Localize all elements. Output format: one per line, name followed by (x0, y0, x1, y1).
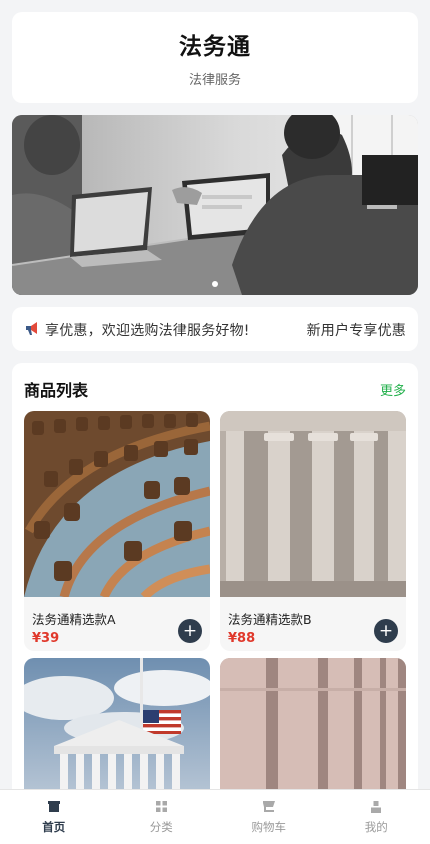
product-info: 法务通精选款B ¥88 + (220, 601, 406, 651)
grid-icon (154, 800, 168, 814)
add-to-cart-button[interactable]: + (374, 619, 398, 643)
parliament-chamber-image (24, 411, 210, 601)
user-icon (369, 800, 383, 814)
plus-icon: + (378, 620, 394, 641)
notice-promo-text: 新用户专享优惠 (300, 320, 406, 340)
product-info: 法务通精选款A ¥39 + (24, 601, 210, 651)
cart-icon (262, 800, 276, 814)
plus-icon: + (182, 620, 198, 641)
megaphone-icon (24, 320, 44, 338)
tab-category[interactable]: 分类 (108, 790, 216, 844)
tab-cart[interactable]: 购物车 (215, 790, 323, 844)
more-link[interactable]: 更多 (380, 380, 406, 399)
tab-home[interactable]: 首页 (0, 790, 108, 844)
section-title: 商品列表 (24, 381, 89, 400)
shop-icon (47, 800, 61, 814)
banner-image (12, 115, 418, 295)
header-card: 法务通 法律服务 (12, 12, 418, 103)
carousel-dots (12, 281, 418, 287)
notice-scrolling-text: 享优惠，欢迎选购法律服务好物! (45, 323, 250, 339)
banner-carousel[interactable] (12, 115, 418, 295)
product-card[interactable]: 法务通精选款B ¥88 + (220, 411, 406, 651)
bottom-tab-bar: 首页 分类 购物车 我的 (0, 789, 430, 844)
tab-profile[interactable]: 我的 (323, 790, 430, 844)
product-name: 法务通精选款A (32, 612, 116, 627)
product-price: ¥39 (32, 631, 60, 646)
stone-columns-image (220, 411, 406, 597)
tab-label: 购物车 (251, 819, 287, 834)
product-price: ¥88 (228, 631, 256, 646)
section-header: 商品列表 更多 (24, 377, 406, 401)
tab-label: 我的 (364, 819, 388, 834)
product-list-section: 商品列表 更多 法务通精选款A ¥39 + 法务通精选款B ¥88 + (12, 363, 418, 823)
notice-bar[interactable]: 享优惠，欢迎选购法律服务好物! 新用户专享优惠 (12, 307, 418, 351)
product-card[interactable]: 法务通精选款A ¥39 + (24, 411, 210, 651)
tab-label: 分类 (149, 819, 173, 834)
app-title: 法务通 (179, 34, 251, 60)
carousel-dot[interactable] (212, 281, 218, 287)
app-subtitle: 法律服务 (188, 73, 241, 88)
tab-label: 首页 (42, 819, 66, 834)
add-to-cart-button[interactable]: + (178, 619, 202, 643)
product-name: 法务通精选款B (228, 612, 312, 627)
